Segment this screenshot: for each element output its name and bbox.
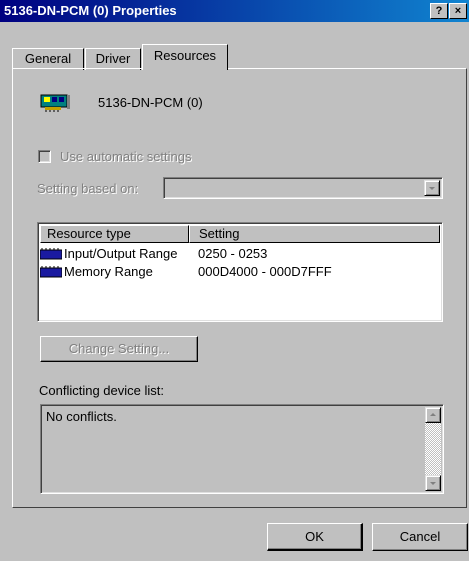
tab-resources[interactable]: Resources [142,44,228,70]
resource-setting-cell: 0250 - 0253 [198,246,268,261]
auto-settings-checkbox[interactable] [38,150,51,163]
resource-chip-icon [40,266,62,278]
close-button[interactable]: × [449,3,467,19]
conflicts-scrollbar[interactable] [425,407,441,491]
scroll-up-icon [430,413,436,416]
scroll-down-button[interactable] [425,475,441,491]
scroll-up-button[interactable] [425,407,441,423]
window-title: 5136-DN-PCM (0) Properties [4,3,177,18]
title-bar[interactable]: 5136-DN-PCM (0) Properties ? × [0,0,469,22]
auto-settings-label: Use automatic settings [60,149,192,164]
table-row[interactable]: Memory Range 000D4000 - 000D7FFF [40,263,440,281]
ok-button[interactable]: OK [267,523,363,551]
conflicts-label: Conflicting device list: [39,383,164,398]
resource-type-cell: Input/Output Range [64,246,178,261]
column-header-resource-type[interactable]: Resource type [40,225,189,243]
network-card-icon [40,93,72,113]
tab-general[interactable]: General [12,48,84,70]
resources-table[interactable]: Resource type Setting Input/Output Range… [37,222,443,322]
cancel-button[interactable]: Cancel [372,523,468,551]
conflicts-text: No conflicts. [46,409,117,424]
change-setting-button[interactable]: Change Setting... [40,336,198,362]
scroll-down-icon [430,482,436,485]
properties-dialog: 5136-DN-PCM (0) Properties ? × General D… [0,0,469,561]
setting-based-on-select[interactable] [163,177,443,199]
setting-based-on-label: Setting based on: [37,181,139,196]
dropdown-arrow-button[interactable] [424,180,440,196]
tab-driver[interactable]: Driver [85,48,141,70]
help-button[interactable]: ? [430,3,448,19]
resource-chip-icon [40,248,62,260]
chevron-down-icon [429,187,435,190]
resource-type-cell: Memory Range [64,264,153,279]
conflicts-list[interactable]: No conflicts. [40,404,444,494]
device-name: 5136-DN-PCM (0) [98,95,203,110]
table-row[interactable]: Input/Output Range 0250 - 0253 [40,245,440,263]
column-header-setting[interactable]: Setting [189,225,440,243]
resource-setting-cell: 000D4000 - 000D7FFF [198,264,332,279]
